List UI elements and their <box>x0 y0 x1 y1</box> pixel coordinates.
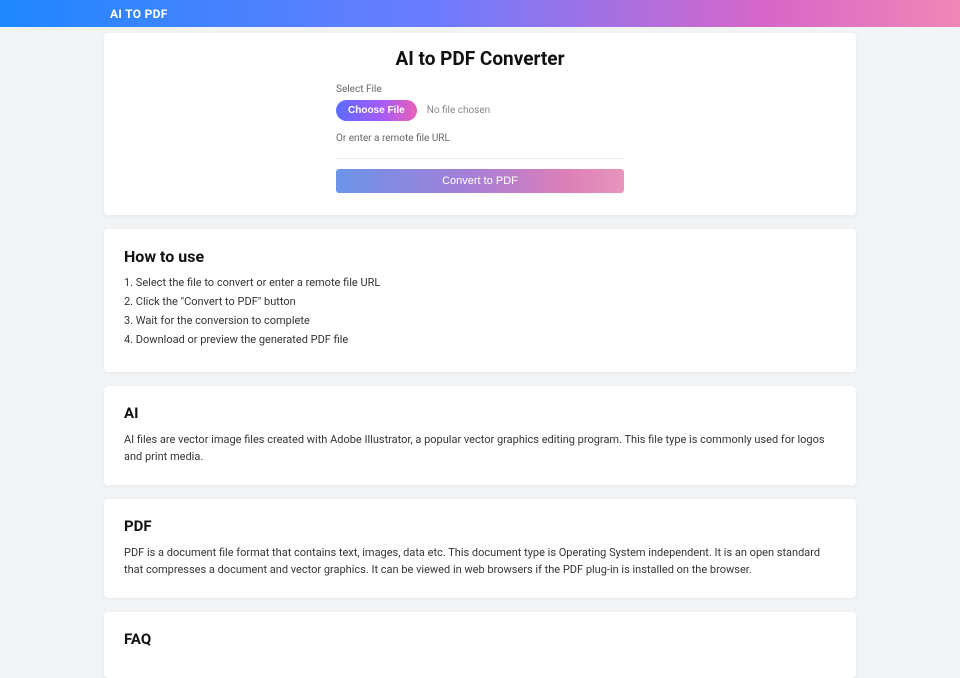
ai-heading: AI <box>124 404 836 422</box>
select-file-label: Select File <box>336 84 624 95</box>
howto-step: 3. Wait for the conversion to complete <box>124 314 836 327</box>
faq-card: FAQ <box>104 612 856 678</box>
pdf-heading: PDF <box>124 517 836 535</box>
pdf-description: PDF is a document file format that conta… <box>124 545 836 578</box>
howto-heading: How to use <box>124 247 836 266</box>
remote-url-label: Or enter a remote file URL <box>336 133 624 144</box>
ai-info-card: AI AI files are vector image files creat… <box>104 386 856 485</box>
pdf-info-card: PDF PDF is a document file format that c… <box>104 499 856 598</box>
file-status-text: No file chosen <box>427 105 491 116</box>
app-header: AI TO PDF <box>0 0 960 27</box>
file-row: Choose File No file chosen <box>336 100 624 121</box>
howto-steps: 1. Select the file to convert or enter a… <box>124 276 836 346</box>
howto-step: 4. Download or preview the generated PDF… <box>124 333 836 346</box>
faq-heading: FAQ <box>124 630 836 648</box>
ai-description: AI files are vector image files created … <box>124 432 836 465</box>
convert-button[interactable]: Convert to PDF <box>336 169 624 193</box>
converter-card: AI to PDF Converter Select File Choose F… <box>104 33 856 215</box>
howto-card: How to use 1. Select the file to convert… <box>104 229 856 372</box>
choose-file-button[interactable]: Choose File <box>336 100 417 121</box>
form-separator <box>336 158 624 159</box>
form-area: Select File Choose File No file chosen O… <box>336 84 624 144</box>
howto-step: 1. Select the file to convert or enter a… <box>124 276 836 289</box>
header-title: AI TO PDF <box>110 7 168 21</box>
page-title: AI to PDF Converter <box>124 47 836 70</box>
main-container: AI to PDF Converter Select File Choose F… <box>104 27 856 678</box>
howto-step: 2. Click the "Convert to PDF" button <box>124 295 836 308</box>
